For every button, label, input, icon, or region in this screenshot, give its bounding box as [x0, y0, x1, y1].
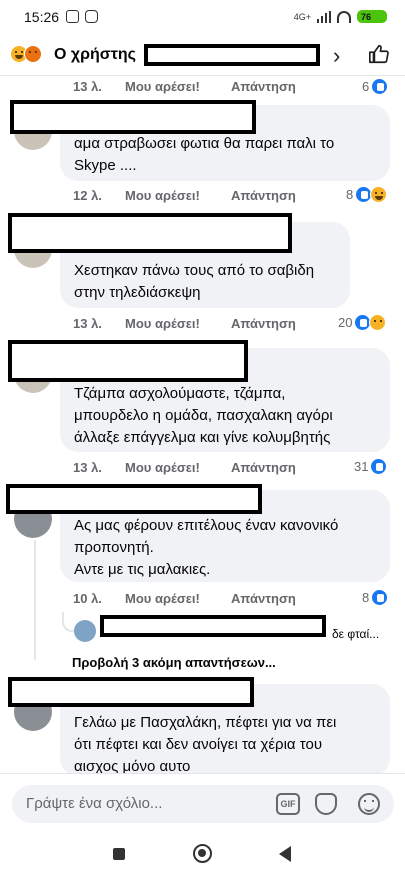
- reply-link[interactable]: Απάντηση: [231, 79, 296, 94]
- network-label: 4G+: [293, 11, 311, 22]
- like-icon: [370, 458, 388, 475]
- header-reactions[interactable]: [10, 45, 42, 63]
- comment-time[interactable]: 10 λ.: [73, 591, 125, 606]
- reaction-count[interactable]: 31: [354, 458, 388, 475]
- comment-time[interactable]: 13 λ.: [73, 79, 125, 94]
- redacted-name: [144, 44, 320, 66]
- reaction-count[interactable]: 8: [362, 589, 389, 606]
- reaction-count-value: 8: [362, 590, 370, 605]
- like-link[interactable]: Μου αρέσει!: [125, 79, 231, 94]
- system-status: 4G+ 76: [294, 10, 387, 23]
- comment-meta: 10 λ. Μου αρέσει! Απάντηση: [73, 591, 296, 606]
- reaction-count[interactable]: 8: [346, 186, 388, 203]
- status-bar: 15:26 4G+ 76: [0, 0, 405, 34]
- page-title: Ο χρήστης: [54, 46, 136, 63]
- comment-composer: Γράψτε ένα σχόλιο... GIF: [0, 773, 405, 833]
- reaction-count-value: 8: [346, 187, 354, 202]
- thread-line: [34, 540, 36, 660]
- post-header: Ο χρήστης ›: [0, 34, 405, 76]
- reply-avatar[interactable]: [74, 620, 96, 642]
- like-link[interactable]: Μου αρέσει!: [125, 591, 231, 606]
- redacted-author: [8, 340, 248, 382]
- reply-link[interactable]: Απάντηση: [231, 316, 296, 331]
- like-outline-icon[interactable]: [368, 43, 390, 65]
- angry-icon: [24, 45, 42, 63]
- gif-icon[interactable]: GIF: [276, 793, 300, 815]
- reaction-count[interactable]: 20: [338, 314, 387, 331]
- back-icon[interactable]: [279, 846, 291, 862]
- comment-time[interactable]: 12 λ.: [73, 188, 125, 203]
- redacted-author: [8, 213, 292, 253]
- reply-link[interactable]: Απάντηση: [231, 591, 296, 606]
- comment-text: Ας μας φέρουν επιτέλους έναν κανονικό πρ…: [74, 517, 339, 578]
- redacted-author: [10, 100, 256, 134]
- wifi-icon: [337, 10, 351, 23]
- system-nav-bar: [0, 833, 405, 878]
- comment-time[interactable]: 13 λ.: [73, 460, 125, 475]
- reply-link[interactable]: Απάντηση: [231, 188, 296, 203]
- recents-icon[interactable]: [113, 848, 125, 860]
- reaction-count-value: 20: [338, 315, 353, 330]
- comment-meta: 12 λ. Μου αρέσει! Απάντηση: [73, 188, 296, 203]
- reply-preview[interactable]: δε φταί...: [332, 627, 379, 641]
- view-more-replies-link[interactable]: Προβολή 3 ακόμη απαντήσεων...: [72, 655, 276, 670]
- like-icon: [371, 589, 389, 606]
- comment-input-placeholder: Γράψτε ένα σχόλιο...: [26, 795, 163, 812]
- notification-icon: [66, 10, 79, 23]
- redacted-author: [8, 677, 254, 707]
- sticker-icon[interactable]: [315, 793, 337, 815]
- like-icon: [371, 78, 389, 95]
- battery-level: 76: [361, 11, 372, 22]
- comment-input[interactable]: Γράψτε ένα σχόλιο... GIF: [12, 785, 394, 823]
- haha-icon: [370, 186, 388, 203]
- comment-time[interactable]: 13 λ.: [73, 316, 125, 331]
- emoji-icon[interactable]: [358, 793, 380, 815]
- like-link[interactable]: Μου αρέσει!: [125, 188, 231, 203]
- comment-meta: 13 λ. Μου αρέσει! Απάντηση: [73, 316, 296, 331]
- redacted-reply-author: [100, 615, 326, 637]
- reaction-count[interactable]: 6: [362, 78, 389, 95]
- comment-text: Τζάμπα ασχολούμαστε, τζάμπα, μπουρδελο η…: [74, 385, 333, 446]
- thread-curve: [62, 612, 74, 632]
- instagram-icon: [85, 10, 98, 23]
- notification-icons: [66, 10, 98, 23]
- redacted-author: [6, 484, 262, 514]
- like-link[interactable]: Μου αρέσει!: [125, 316, 231, 331]
- reaction-count-value: 6: [362, 79, 370, 94]
- chevron-right-icon[interactable]: ›: [333, 43, 340, 69]
- status-time: 15:26: [24, 9, 60, 25]
- comment-meta: 13 λ. Μου αρέσει! Απάντηση: [73, 460, 296, 475]
- comment-text: αμα στραβωσει φωτια θα παρει παλι το Sky…: [74, 135, 335, 174]
- battery-icon: 76: [357, 10, 387, 23]
- home-icon[interactable]: [193, 844, 212, 863]
- like-link[interactable]: Μου αρέσει!: [125, 460, 231, 475]
- comment-text: Γελάω με Πασχαλάκη, πέφτει για να πει ότ…: [74, 714, 337, 775]
- comment-meta: 13 λ. Μου αρέσει! Απάντηση: [73, 79, 296, 94]
- comment-text: Χεστηκαν πάνω τους από το σαβιδη στην τη…: [74, 262, 315, 301]
- reply-link[interactable]: Απάντηση: [231, 460, 296, 475]
- sad-icon: [369, 314, 387, 331]
- signal-icon: [317, 10, 331, 23]
- reaction-count-value: 31: [354, 459, 369, 474]
